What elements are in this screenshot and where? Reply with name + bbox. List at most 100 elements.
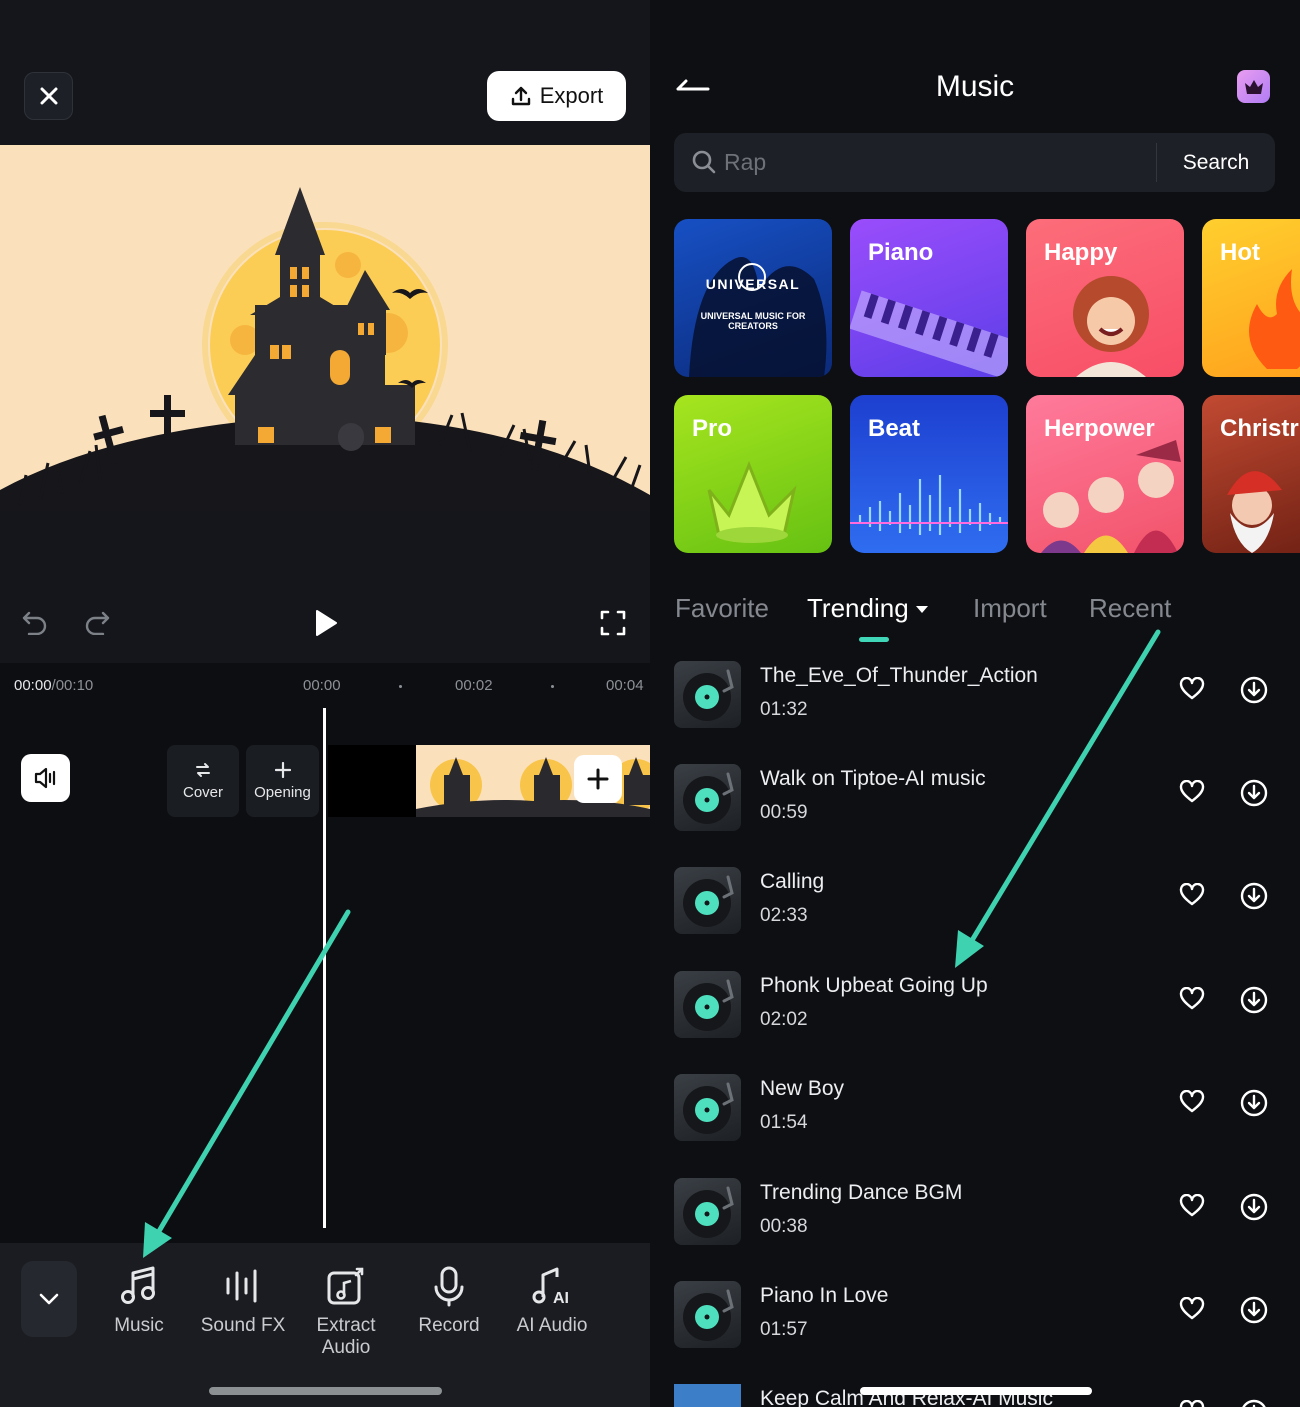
category-universal[interactable]: UNIVERSAL UNIVERSAL MUSIC FOR CREATORS — [674, 219, 832, 377]
premium-crown-button[interactable] — [1237, 70, 1270, 103]
heart-icon[interactable] — [1179, 1297, 1205, 1321]
track-row[interactable]: Calling 02:33 — [674, 867, 1284, 937]
track-row[interactable]: Walk on Tiptoe-AI music 00:59 — [674, 764, 1284, 834]
category-piano[interactable]: Piano — [850, 219, 1008, 377]
universal-logo-text: UNIVERSAL — [706, 276, 800, 292]
heart-icon[interactable] — [1179, 987, 1205, 1011]
toolbar-label: Music — [114, 1315, 164, 1336]
heart-icon[interactable] — [1179, 780, 1205, 804]
heart-icon[interactable] — [1179, 1400, 1205, 1407]
export-button[interactable]: Export — [487, 71, 626, 121]
universal-subtitle: UNIVERSAL MUSIC FOR CREATORS — [700, 311, 806, 331]
swap-icon — [196, 762, 210, 777]
track-row[interactable]: Phonk Upbeat Going Up 02:02 — [674, 971, 1284, 1041]
tab-favorite[interactable]: Favorite — [675, 593, 769, 624]
export-label: Export — [539, 83, 604, 108]
toolbar-music[interactable]: Music — [89, 1265, 189, 1337]
heart-icon[interactable] — [1179, 677, 1205, 701]
landscape-thumbnail — [674, 1384, 741, 1407]
track-row[interactable]: Trending Dance BGM 00:38 — [674, 1178, 1284, 1248]
category-pro[interactable]: Pro — [674, 395, 832, 553]
track-cover — [674, 661, 741, 728]
fullscreen-button[interactable] — [598, 608, 628, 638]
category-happy[interactable]: Happy — [1026, 219, 1184, 377]
video-preview[interactable] — [0, 145, 650, 511]
vinyl-record-icon — [683, 979, 734, 1031]
track-title: Walk on Tiptoe-AI music — [760, 767, 986, 790]
vinyl-record-icon — [683, 669, 734, 721]
crown-icon — [1244, 79, 1263, 94]
undo-button[interactable] — [20, 606, 50, 638]
download-icon[interactable] — [1240, 676, 1268, 704]
track-row[interactable]: Piano In Love 01:57 — [674, 1281, 1284, 1351]
video-clip-black[interactable] — [328, 745, 416, 817]
opening-button[interactable]: Opening — [246, 745, 319, 817]
search-input[interactable] — [724, 143, 1144, 181]
undo-icon — [22, 611, 47, 635]
download-icon[interactable] — [1240, 1089, 1268, 1117]
track-duration: 02:33 — [760, 905, 808, 926]
download-icon[interactable] — [1240, 1399, 1268, 1407]
category-label: Hot — [1220, 239, 1260, 266]
heart-icon[interactable] — [1179, 1194, 1205, 1218]
timeline[interactable]: 00:00/00:10 00:00 00:02 00:04 Cover Open… — [0, 663, 650, 1243]
fullscreen-icon — [600, 610, 626, 636]
editor-panel: Export 00:00/00:10 00:00 00:02 00:04 Cov… — [0, 0, 650, 1407]
tab-import[interactable]: Import — [973, 593, 1047, 624]
close-icon — [40, 87, 57, 105]
collapse-toolbar-button[interactable] — [21, 1261, 77, 1337]
track-cover — [674, 1384, 741, 1407]
music-panel: Music Search UNIVERSAL UNIVERSAL MUSIC F… — [650, 0, 1300, 1407]
tab-trending[interactable]: Trending — [807, 593, 929, 624]
track-cover — [674, 1281, 741, 1348]
close-button[interactable] — [24, 72, 73, 120]
toolbar-ai-audio[interactable]: AI AI Audio — [502, 1265, 602, 1337]
search-button[interactable]: Search — [1157, 133, 1275, 192]
mute-audio-button[interactable] — [21, 754, 70, 802]
category-beat[interactable]: Beat — [850, 395, 1008, 553]
speaker-icon — [34, 767, 55, 789]
microphone-icon — [434, 1266, 464, 1307]
track-title: The_Eve_Of_Thunder_Action — [760, 664, 1038, 687]
vinyl-record-icon — [683, 1082, 734, 1134]
toolbar-sound-fx[interactable]: Sound FX — [193, 1265, 293, 1337]
redo-button[interactable] — [82, 606, 112, 638]
play-button[interactable] — [310, 606, 342, 640]
upload-icon — [511, 86, 530, 106]
category-herpower[interactable]: Herpower — [1026, 395, 1184, 553]
category-label: Happy — [1044, 239, 1118, 266]
extract-audio-icon — [327, 1267, 364, 1305]
download-icon[interactable] — [1240, 1193, 1268, 1221]
tab-recent[interactable]: Recent — [1089, 593, 1171, 624]
page-title: Music — [935, 70, 1015, 103]
toolbar-extract-audio[interactable]: Extract Audio — [296, 1265, 396, 1359]
category-label: Herpower — [1044, 415, 1155, 442]
cover-button[interactable]: Cover — [167, 745, 239, 817]
category-christmas[interactable]: Christr — [1202, 395, 1300, 553]
download-icon[interactable] — [1240, 882, 1268, 910]
ruler-dot — [399, 685, 402, 688]
category-label: Piano — [868, 239, 934, 266]
plus-icon — [587, 768, 609, 790]
music-note-icon — [121, 1266, 155, 1304]
track-row[interactable]: New Boy 01:54 — [674, 1074, 1284, 1144]
cover-label: Cover — [182, 783, 223, 801]
heart-icon[interactable] — [1179, 883, 1205, 907]
download-icon[interactable] — [1240, 1296, 1268, 1324]
home-indicator — [860, 1387, 1092, 1395]
track-duration: 01:32 — [760, 699, 808, 720]
track-cover — [674, 971, 741, 1038]
vinyl-record-icon — [683, 772, 734, 824]
toolbar-record[interactable]: Record — [399, 1265, 499, 1337]
playhead[interactable] — [323, 708, 326, 1228]
svg-text:AI: AI — [553, 1290, 569, 1307]
home-indicator — [209, 1387, 442, 1395]
download-icon[interactable] — [1240, 779, 1268, 807]
download-icon[interactable] — [1240, 986, 1268, 1014]
track-row[interactable]: The_Eve_Of_Thunder_Action 01:32 — [674, 661, 1284, 731]
heart-icon[interactable] — [1179, 1090, 1205, 1114]
category-hot[interactable]: Hot — [1202, 219, 1300, 377]
track-cover — [674, 867, 741, 934]
add-clip-button[interactable] — [574, 755, 622, 803]
ruler-tick: 00:00 — [303, 677, 341, 694]
